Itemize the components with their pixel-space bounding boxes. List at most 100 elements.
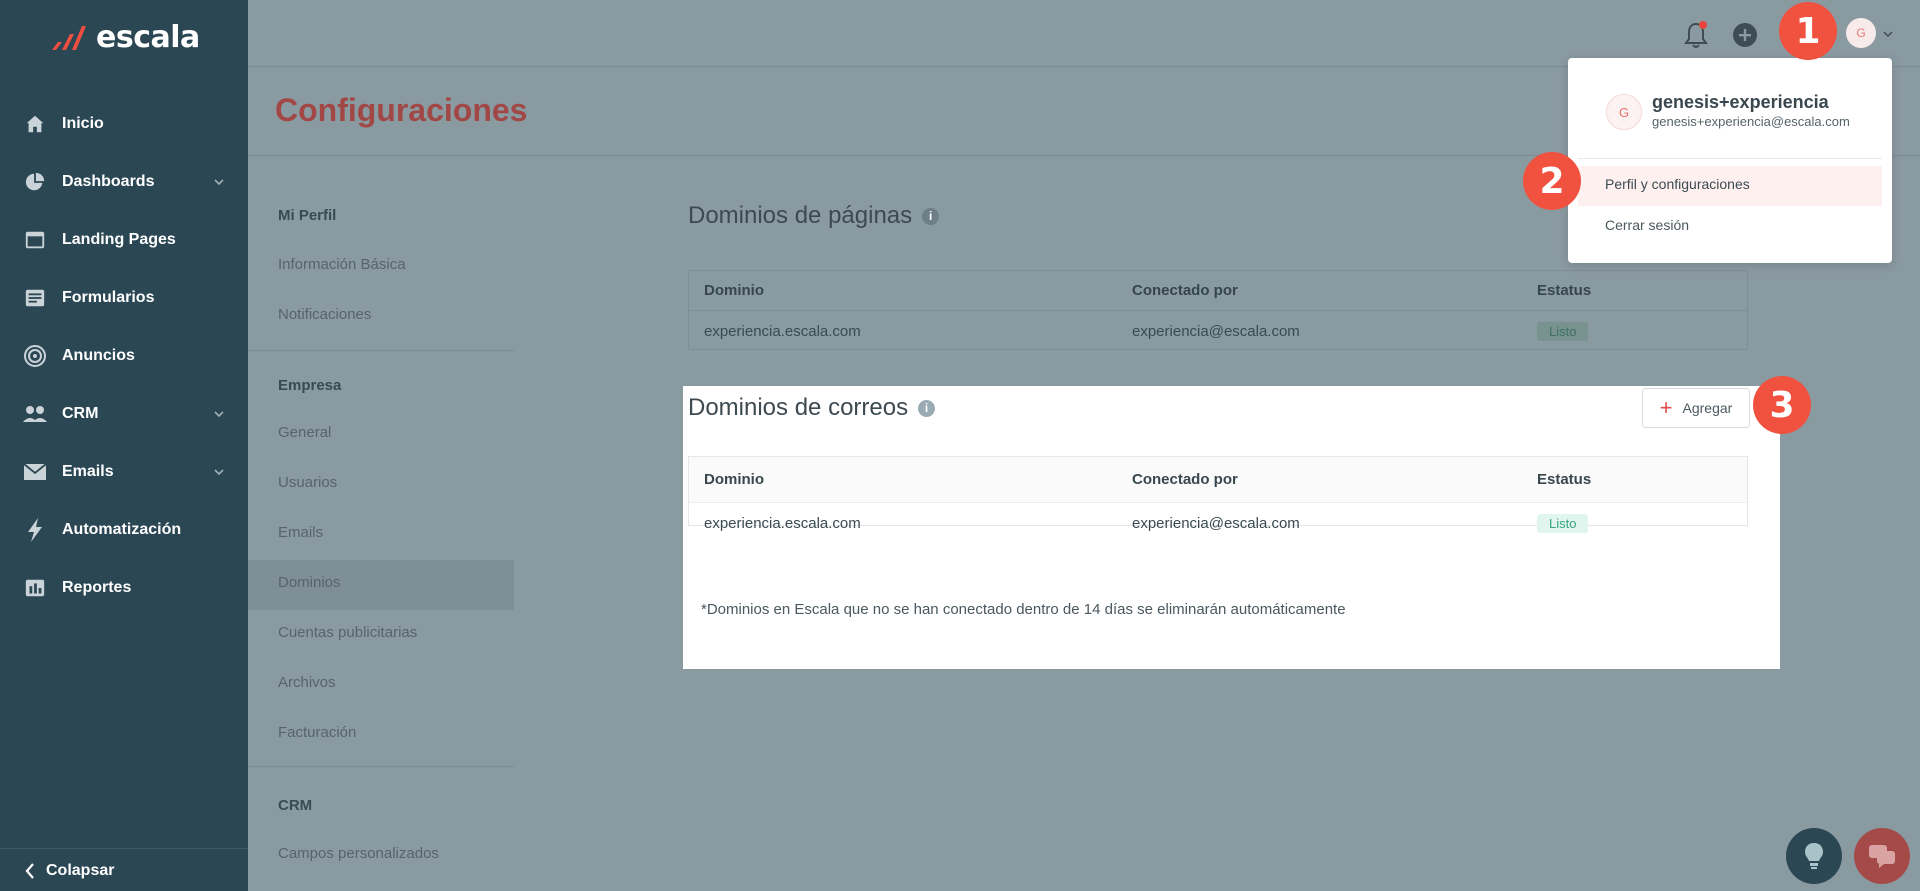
menu-item-general[interactable]: General	[278, 424, 331, 441]
table-row: experiencia.escala.com experiencia@escal…	[689, 503, 1747, 543]
user-email: genesis+experiencia@escala.com	[1652, 114, 1850, 129]
sidebar-item-label: Emails	[62, 463, 114, 480]
sidebar-item-label: CRM	[62, 405, 99, 422]
menu-item-notificaciones[interactable]: Notificaciones	[278, 306, 371, 323]
table-row: experiencia.escala.com experiencia@escal…	[689, 311, 1747, 351]
plus-icon: +	[1659, 395, 1673, 420]
sidebar-divider	[0, 848, 248, 849]
add-circle-icon[interactable]	[1732, 22, 1758, 48]
chevron-left-icon	[25, 863, 34, 879]
sidebar-item-automatizacion[interactable]: Automatización	[0, 501, 248, 559]
sidebar-item-formularios[interactable]: Formularios	[0, 269, 248, 327]
menu-section-crm: CRM	[278, 797, 313, 814]
sidebar-item-anuncios[interactable]: Anuncios	[0, 327, 248, 385]
sidebar-item-label: Inicio	[62, 115, 104, 132]
page-domains-table: Dominio Conectado por Estatus experienci…	[688, 270, 1748, 350]
step-marker-3: 3	[1753, 376, 1811, 434]
page-domains-title-text: Dominios de páginas	[688, 202, 913, 229]
sidebar-item-label: Reportes	[62, 579, 132, 596]
top-bar	[248, 0, 1920, 67]
user-name: genesis+experiencia	[1652, 92, 1829, 112]
lightning-icon	[22, 517, 48, 543]
step-marker-2: 2	[1523, 152, 1581, 210]
chat-icon	[1869, 845, 1895, 868]
dropdown-avatar: G	[1606, 94, 1642, 130]
chat-button[interactable]	[1854, 828, 1910, 884]
info-icon[interactable]: i	[922, 208, 940, 226]
dropdown-divider	[1578, 158, 1882, 159]
chevron-down-icon[interactable]	[1882, 28, 1894, 40]
sidebar-item-inicio[interactable]: Inicio	[0, 95, 248, 153]
sidebar-item-crm[interactable]: CRM	[0, 385, 248, 443]
menu-divider	[248, 766, 514, 767]
pie-chart-icon	[22, 169, 48, 195]
connected-by-cell: experiencia@escala.com	[1132, 322, 1300, 340]
connected-by-cell: experiencia@escala.com	[1132, 514, 1300, 532]
menu-item-informacion-basica[interactable]: Información Básica	[278, 256, 406, 273]
menu-item-facturacion[interactable]: Facturación	[278, 724, 356, 741]
menu-item-emails[interactable]: Emails	[278, 524, 323, 541]
page-domains-title: Dominios de páginas i	[688, 202, 940, 230]
column-header-estatus: Estatus	[1537, 282, 1592, 299]
menu-item-cuentas-publicitarias[interactable]: Cuentas publicitarias	[278, 624, 417, 641]
sidebar-item-label: Anuncios	[62, 347, 135, 364]
sidebar-item-emails[interactable]: Emails	[0, 443, 248, 501]
menu-divider	[248, 350, 514, 351]
sidebar-item-reportes[interactable]: Reportes	[0, 559, 248, 617]
sidebar-item-dashboards[interactable]: Dashboards	[0, 153, 248, 211]
collapse-button[interactable]: Colapsar	[24, 859, 114, 883]
chevron-down-icon	[214, 469, 224, 476]
menu-item-dominios[interactable]: Dominios	[278, 574, 341, 591]
browser-window-icon	[22, 227, 48, 253]
escala-logo[interactable]: escala	[50, 19, 200, 55]
users-icon	[22, 401, 48, 427]
collapse-label: Colapsar	[46, 862, 115, 879]
sidebar-item-label: Dashboards	[62, 173, 155, 190]
step-marker-1: 1	[1779, 2, 1837, 60]
envelope-icon	[22, 459, 48, 485]
tips-button[interactable]	[1786, 828, 1842, 884]
menu-item-usuarios[interactable]: Usuarios	[278, 474, 337, 491]
column-header-conectado-por: Conectado por	[1132, 282, 1238, 299]
status-badge: Listo	[1537, 513, 1589, 533]
column-header-dominio: Dominio	[704, 471, 764, 488]
menu-section-empresa: Empresa	[278, 377, 342, 394]
user-avatar[interactable]: G	[1846, 18, 1876, 48]
table-header-row: Dominio Conectado por Estatus	[689, 457, 1747, 503]
logo-text: escala	[96, 19, 200, 55]
page-title: Configuraciones	[275, 92, 528, 128]
info-icon[interactable]: i	[918, 400, 936, 418]
table-header-row: Dominio Conectado por Estatus	[689, 271, 1747, 311]
menu-item-archivos[interactable]: Archivos	[278, 674, 336, 691]
sidebar-nav: Inicio Dashboards Landing Pages Formular…	[0, 95, 248, 617]
menu-section-mi-perfil: Mi Perfil	[278, 207, 337, 224]
email-domains-card: Dominios de correos i Dominio Conectado p…	[683, 386, 1780, 669]
sidebar-item-label: Formularios	[62, 289, 155, 306]
email-domains-title: Dominios de correos i	[688, 394, 936, 422]
domain-cell: experiencia.escala.com	[704, 514, 861, 532]
logo-mark-icon	[52, 26, 86, 50]
chevron-down-icon	[214, 179, 224, 186]
notification-bell-icon[interactable]	[1682, 20, 1710, 50]
form-icon	[22, 285, 48, 311]
auto-delete-footnote: *Dominios en Escala que no se han conect…	[701, 601, 1346, 618]
add-email-domain-button[interactable]: + Agregar	[1642, 388, 1750, 428]
profile-settings-menu-item[interactable]: Perfil y configuraciones	[1605, 176, 1750, 192]
status-badge: Listo	[1537, 321, 1589, 341]
settings-menu: Mi Perfil Información Básica Notificacio…	[248, 156, 514, 891]
sidebar-item-label: Automatización	[62, 521, 182, 538]
lightbulb-icon	[1805, 843, 1823, 869]
sidebar: escala Inicio Dashboards Landing Pages F…	[0, 0, 248, 891]
email-domains-table: Dominio Conectado por Estatus experienci…	[688, 456, 1748, 533]
sidebar-item-landing-pages[interactable]: Landing Pages	[0, 211, 248, 269]
column-header-estatus: Estatus	[1537, 471, 1592, 488]
logout-menu-item[interactable]: Cerrar sesión	[1605, 217, 1689, 233]
email-domains-title-text: Dominios de correos	[688, 394, 909, 421]
column-header-dominio: Dominio	[704, 282, 764, 299]
menu-item-campos-personalizados[interactable]: Campos personalizados	[278, 845, 439, 862]
user-menu-dropdown: G genesis+experiencia genesis+experienci…	[1568, 58, 1892, 263]
column-header-conectado-por: Conectado por	[1132, 471, 1238, 488]
target-icon	[22, 343, 48, 369]
report-icon	[22, 575, 48, 601]
add-button-label: Agregar	[1682, 400, 1733, 416]
